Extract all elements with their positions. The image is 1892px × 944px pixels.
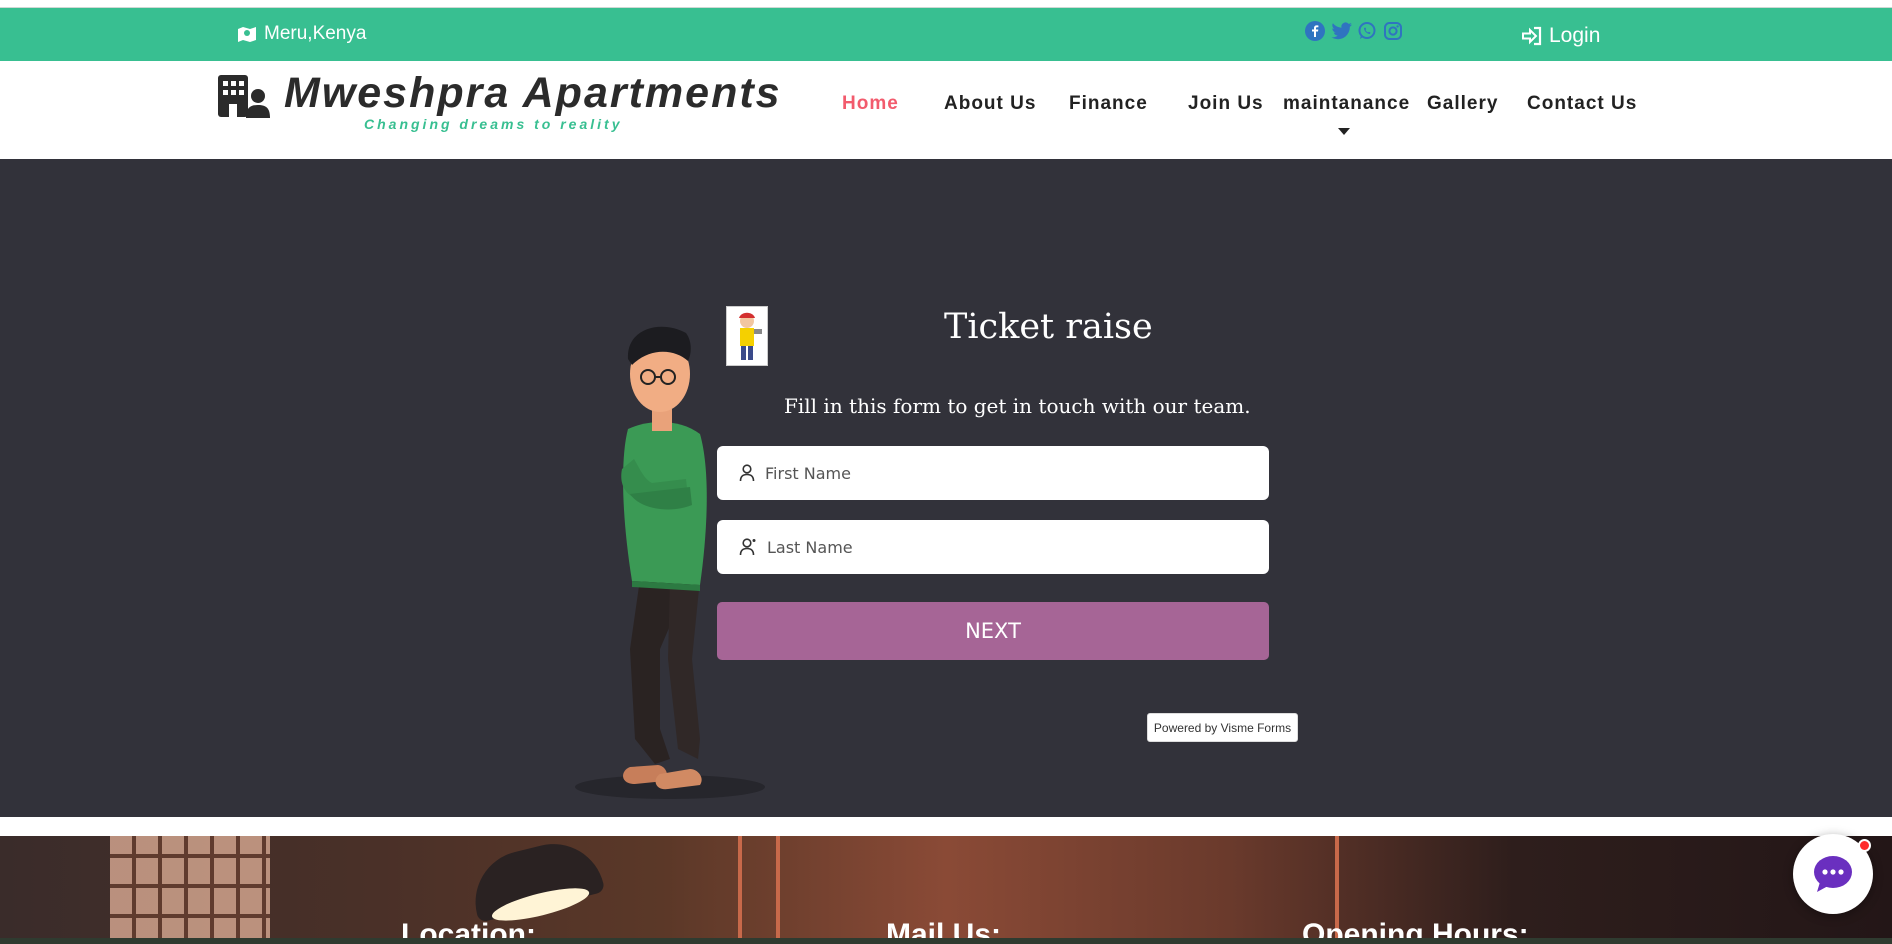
nav-about-us[interactable]: About Us — [944, 93, 1036, 115]
sign-in-icon — [1522, 26, 1542, 46]
lamp-decoration — [464, 836, 606, 923]
nav-contact-us[interactable]: Contact Us — [1527, 93, 1637, 115]
nav-join-us[interactable]: Join Us — [1188, 93, 1264, 115]
last-name-input[interactable] — [767, 537, 1247, 557]
bottom-strip — [0, 938, 1892, 944]
first-name-field[interactable] — [717, 446, 1269, 500]
mascot-thumbnail — [726, 306, 768, 366]
facebook-icon[interactable] — [1305, 21, 1325, 41]
brand-tagline: Changing dreams to reality — [364, 116, 623, 132]
contact-info-section: Location: Mail Us: Opening Hours: — [0, 836, 1892, 944]
ticket-form-section: Ticket raise Fill in this form to get in… — [0, 159, 1892, 817]
user-tag-icon — [739, 538, 756, 556]
notification-dot — [1858, 839, 1871, 852]
nav-maintanance[interactable]: maintanance — [1283, 93, 1410, 115]
top-bar: Meru,Kenya Login — [0, 7, 1892, 61]
location: Meru,Kenya — [237, 23, 366, 45]
login-label: Login — [1549, 24, 1601, 47]
first-name-input[interactable] — [765, 463, 1245, 483]
map-icon — [238, 27, 256, 42]
caret-down-icon[interactable] — [1338, 128, 1350, 135]
window-decoration — [110, 836, 270, 944]
instagram-icon[interactable] — [1383, 21, 1403, 41]
whatsapp-icon[interactable] — [1357, 21, 1377, 41]
twitter-icon[interactable] — [1331, 21, 1352, 41]
last-name-field[interactable] — [717, 520, 1269, 574]
divider — [738, 836, 742, 944]
powered-by-badge[interactable]: Powered by Visme Forms — [1147, 713, 1298, 742]
divider — [776, 836, 780, 944]
social-links — [1305, 21, 1403, 41]
nav-home[interactable]: Home — [842, 93, 899, 115]
nav-finance[interactable]: Finance — [1069, 93, 1148, 115]
next-button[interactable]: NEXT — [717, 602, 1269, 660]
main-navbar: Mweshpra Apartments Changing dreams to r… — [0, 61, 1892, 159]
location-text: Meru,Kenya — [264, 23, 367, 44]
user-icon — [739, 464, 755, 482]
form-title: Ticket raise — [944, 307, 1153, 347]
form-subtitle: Fill in this form to get in touch with o… — [784, 394, 1251, 418]
brand-name[interactable]: Mweshpra Apartments — [284, 69, 782, 118]
nav-gallery[interactable]: Gallery — [1427, 93, 1498, 115]
building-user-icon — [218, 75, 270, 118]
login-link[interactable]: Login — [1521, 24, 1600, 48]
